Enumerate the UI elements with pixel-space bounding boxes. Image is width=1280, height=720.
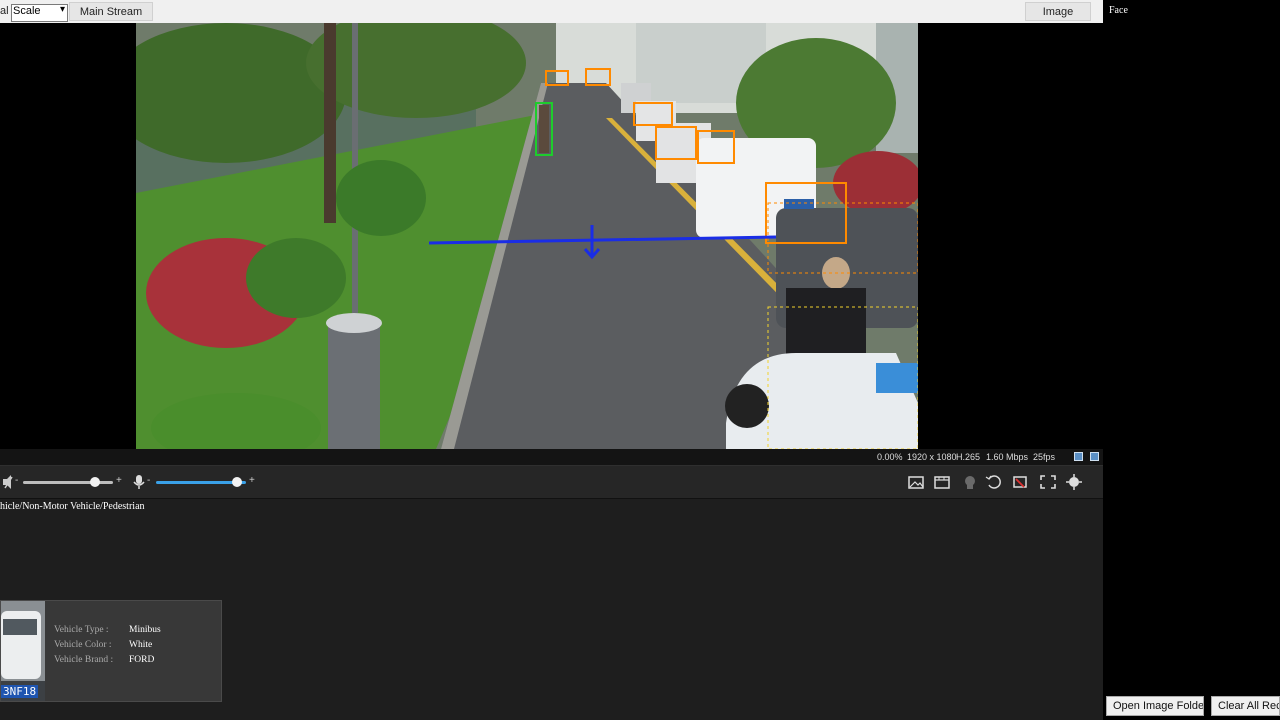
chevron-down-icon: ▾: [59, 4, 65, 15]
zoom-icon[interactable]: [985, 474, 1003, 490]
expand-view-icon[interactable]: [1090, 452, 1099, 461]
bitrate: 1.60 Mbps: [986, 452, 1029, 462]
vehicle-color-value: White: [129, 640, 153, 650]
snapshot-icon[interactable]: [907, 474, 925, 490]
mic-volume-thumb[interactable]: [232, 477, 242, 487]
frame-rate: 25fps: [1033, 452, 1056, 462]
vehicle-brand-key: Vehicle Brand :: [54, 655, 114, 665]
packet-loss: 0.00%: [877, 452, 903, 462]
talk-icon[interactable]: [961, 474, 979, 490]
speaker-volume-decrease[interactable]: -: [15, 475, 18, 486]
camera-scene: [136, 23, 918, 449]
live-video-area: [0, 23, 1103, 449]
face-panel-title: Face: [1109, 5, 1128, 16]
mic-volume-increase[interactable]: +: [249, 475, 255, 486]
stream-status-bar: 0.00% 1920 x 1080 H.265 1.60 Mbps 25fps: [0, 449, 1103, 465]
scale-select-value: Scale: [13, 5, 41, 17]
ptz-icon[interactable]: [1011, 474, 1029, 490]
scale-select[interactable]: Scale ▾: [11, 4, 68, 22]
image-button[interactable]: Image: [1025, 2, 1091, 21]
vehicle-type-row: Vehicle Type : Minibus: [54, 625, 161, 635]
main-stream-button[interactable]: Main Stream: [69, 2, 153, 21]
focus-icon[interactable]: [1065, 474, 1083, 490]
codec: H.265: [956, 452, 981, 462]
vehicle-color-row: Vehicle Color : White: [54, 640, 152, 650]
live-video-frame[interactable]: [136, 23, 918, 449]
face-panel: [1103, 0, 1280, 720]
view-mode-label: al: [0, 5, 9, 17]
playback-control-bar: - + - +: [0, 465, 1103, 499]
vehicle-color-key: Vehicle Color :: [54, 640, 112, 650]
vehicle-thumbnail: 3NF18: [1, 601, 45, 701]
vehicle-type-key: Vehicle Type :: [54, 625, 109, 635]
detection-category-label: hicle/Non-Motor Vehicle/Pedestrian: [0, 501, 145, 512]
microphone-icon[interactable]: [130, 474, 148, 490]
vehicle-brand-value: FORD: [129, 655, 155, 665]
fullscreen-icon[interactable]: [1039, 474, 1057, 490]
top-toolbar: al Scale ▾ Main Stream Image: [0, 0, 1103, 24]
plate-text: 3NF18: [1, 685, 39, 698]
detection-result-card[interactable]: 3NF18 Vehicle Type : Minibus Vehicle Colo…: [0, 600, 222, 702]
mic-volume-decrease[interactable]: -: [147, 475, 150, 486]
clear-all-records-button[interactable]: Clear All Reco: [1211, 696, 1280, 716]
vehicle-brand-row: Vehicle Brand : FORD: [54, 655, 154, 665]
speaker-volume-increase[interactable]: +: [116, 475, 122, 486]
open-image-folder-button[interactable]: Open Image Folder: [1106, 696, 1204, 716]
record-icon[interactable]: [933, 474, 951, 490]
restore-view-icon[interactable]: [1074, 452, 1083, 461]
vehicle-type-value: Minibus: [129, 625, 161, 635]
speaker-volume-thumb[interactable]: [90, 477, 100, 487]
resolution: 1920 x 1080: [907, 452, 957, 462]
